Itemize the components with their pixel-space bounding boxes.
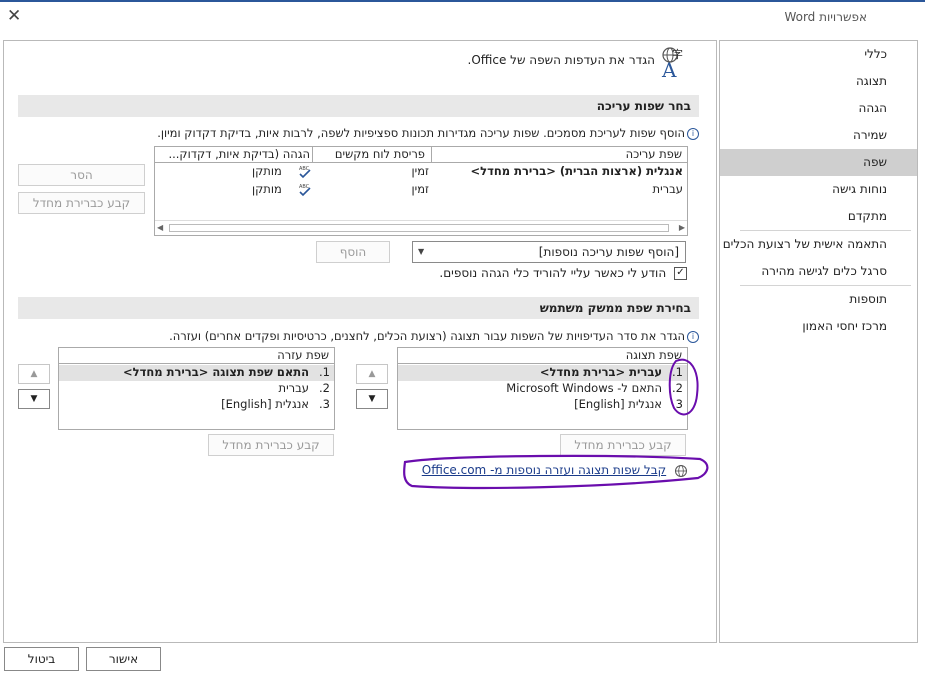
- ui-language-description-text: הגדר את סדר העדיפויות של השפות עבור תצוג…: [169, 329, 685, 343]
- list-header: שפת תצוגה: [398, 348, 687, 364]
- item-label: התאם שפת תצוגה <ברירת מחדל>: [123, 365, 309, 379]
- list-item[interactable]: 3. אנגלית [English]: [59, 397, 334, 413]
- chevron-down-icon: ▼: [418, 247, 425, 256]
- table-row[interactable]: עברית זמין מותקן ABC: [155, 182, 687, 198]
- sidebar-item-display[interactable]: תצוגה: [720, 68, 917, 95]
- ok-button[interactable]: אישור: [86, 647, 161, 671]
- spellcheck-icon: ABC: [299, 166, 311, 179]
- item-number: 1.: [319, 365, 330, 379]
- proofing-cell: מותקן: [252, 164, 282, 178]
- title-bar: אפשרויות Word ✕: [0, 2, 925, 32]
- move-up-help-button[interactable]: ▲: [18, 364, 50, 384]
- column-header-proofing[interactable]: הגהה (בדיקת איות, דקדוק...: [157, 147, 310, 161]
- help-language-header[interactable]: שפת עזרה: [277, 348, 329, 362]
- item-label: התאם ל- Microsoft Windows: [506, 381, 662, 395]
- item-number: 3.: [319, 397, 330, 411]
- display-language-list: שפת תצוגה 1. עברית <ברירת מחדל> 2. התאם …: [397, 347, 688, 430]
- sidebar-item-proofing[interactable]: הגהה: [720, 95, 917, 122]
- sidebar-item-language[interactable]: שפה: [720, 149, 917, 176]
- proofing-cell: מותקן: [252, 182, 282, 196]
- sidebar-item-customize-ribbon[interactable]: התאמה אישית של רצועת הכלים: [720, 231, 917, 258]
- page-title: הגדר את העדפות השפה של Office.: [467, 53, 656, 67]
- item-label: אנגלית [English]: [574, 397, 662, 411]
- notify-download-label: הודע לי כאשר עליי להוריד כלי הגהה נוספים…: [439, 266, 667, 280]
- cancel-button[interactable]: ביטול: [4, 647, 79, 671]
- list-item[interactable]: 2. עברית: [59, 381, 334, 397]
- office-link-row[interactable]: קבל שפות תצוגה ועזרה נוספות מ- Office.co…: [422, 463, 688, 478]
- options-sidebar: כללי תצוגה הגהה שמירה שפה נוחות גישה מתק…: [719, 40, 918, 643]
- list-item[interactable]: 2. התאם ל- Microsoft Windows: [398, 381, 687, 397]
- sidebar-item-advanced[interactable]: מתקדם: [720, 203, 917, 230]
- column-header-keyboard-layout[interactable]: פריסת לוח מקשים: [335, 147, 425, 161]
- info-icon: i: [687, 127, 699, 140]
- item-number: 2.: [319, 381, 330, 395]
- remove-button[interactable]: הסר: [18, 164, 145, 186]
- item-label: אנגלית [English]: [221, 397, 309, 411]
- help-language-list: שפת עזרה 1. התאם שפת תצוגה <ברירת מחדל> …: [58, 347, 335, 430]
- add-editing-language-dropdown[interactable]: [הוסף שפות עריכה נוספות] ▼: [412, 241, 686, 263]
- language-icon: 字 A: [656, 44, 692, 82]
- set-default-editing-button[interactable]: קבע כברירת מחדל: [18, 192, 145, 214]
- window-title: אפשרויות Word: [784, 10, 867, 24]
- editing-languages-table: שפת עריכה פריסת לוח מקשים הגהה (בדיקת אי…: [154, 146, 688, 236]
- scroll-right-icon[interactable]: ▶: [679, 223, 685, 232]
- sidebar-item-general[interactable]: כללי: [720, 41, 917, 68]
- scrollbar-thumb[interactable]: [169, 224, 669, 232]
- list-header: שפת עזרה: [59, 348, 334, 364]
- table-row[interactable]: אנגלית (ארצות הברית) <ברירת מחדל> זמין מ…: [155, 164, 687, 180]
- info-icon: i: [687, 330, 699, 343]
- editing-language-cell: אנגלית (ארצות הברית) <ברירת מחדל>: [470, 164, 683, 178]
- display-language-header[interactable]: שפת תצוגה: [626, 348, 682, 362]
- item-number: 3.: [672, 397, 683, 411]
- spellcheck-icon: ABC: [299, 184, 311, 197]
- list-item[interactable]: 3. אנגלית [English]: [398, 397, 687, 413]
- item-number: 2.: [672, 381, 683, 395]
- keyboard-cell: זמין: [411, 164, 430, 178]
- add-button[interactable]: הוסף: [316, 241, 390, 263]
- move-up-display-button[interactable]: ▲: [356, 364, 388, 384]
- set-default-display-button[interactable]: קבע כברירת מחדל: [560, 434, 686, 456]
- notify-download-checkbox-row[interactable]: ✓ הודע לי כאשר עליי להוריד כלי הגהה נוספ…: [439, 266, 687, 280]
- dropdown-value: [הוסף שפות עריכה נוספות]: [538, 245, 679, 259]
- move-down-help-button[interactable]: ▼: [18, 389, 50, 409]
- close-icon[interactable]: ✕: [7, 6, 21, 26]
- svg-text:A: A: [661, 58, 677, 80]
- checkbox[interactable]: ✓: [674, 267, 687, 280]
- globe-icon: [674, 464, 688, 478]
- editing-section-header: בחר שפות עריכה: [18, 95, 699, 117]
- list-item-selected[interactable]: 1. עברית <ברירת מחדל>: [398, 365, 687, 381]
- ui-language-description: iהגדר את סדר העדיפויות של השפות עבור תצו…: [169, 329, 699, 343]
- editing-description: iהוסף שפות לעריכת מסמכים. שפות עריכה מגד…: [157, 126, 699, 140]
- sidebar-item-addins[interactable]: תוספות: [720, 286, 917, 313]
- office-com-link[interactable]: קבל שפות תצוגה ועזרה נוספות מ- Office.co…: [422, 463, 666, 477]
- scroll-left-icon[interactable]: ◀: [157, 223, 163, 232]
- sidebar-item-accessibility[interactable]: נוחות גישה: [720, 176, 917, 203]
- editing-description-text: הוסף שפות לעריכת מסמכים. שפות עריכה מגדי…: [157, 126, 685, 140]
- move-down-display-button[interactable]: ▼: [356, 389, 388, 409]
- set-default-help-button[interactable]: קבע כברירת מחדל: [208, 434, 334, 456]
- item-number: 1.: [672, 365, 683, 379]
- ui-language-section-header: בחירת שפת ממשק משתמש: [18, 297, 699, 319]
- column-header-editing-language[interactable]: שפת עריכה: [626, 147, 682, 161]
- sidebar-item-trust-center[interactable]: מרכז יחסי האמון: [720, 313, 917, 340]
- table-header: שפת עריכה פריסת לוח מקשים הגהה (בדיקת אי…: [155, 147, 687, 163]
- sidebar-item-save[interactable]: שמירה: [720, 122, 917, 149]
- sidebar-item-quick-access-toolbar[interactable]: סרגל כלים לגישה מהירה: [720, 258, 917, 285]
- list-item-selected[interactable]: 1. התאם שפת תצוגה <ברירת מחדל>: [59, 365, 334, 381]
- editing-language-cell: עברית: [652, 182, 683, 196]
- horizontal-scrollbar[interactable]: ◀ ▶: [155, 220, 687, 235]
- item-label: עברית: [278, 381, 309, 395]
- keyboard-cell: זמין: [411, 182, 430, 196]
- item-label: עברית <ברירת מחדל>: [539, 365, 662, 379]
